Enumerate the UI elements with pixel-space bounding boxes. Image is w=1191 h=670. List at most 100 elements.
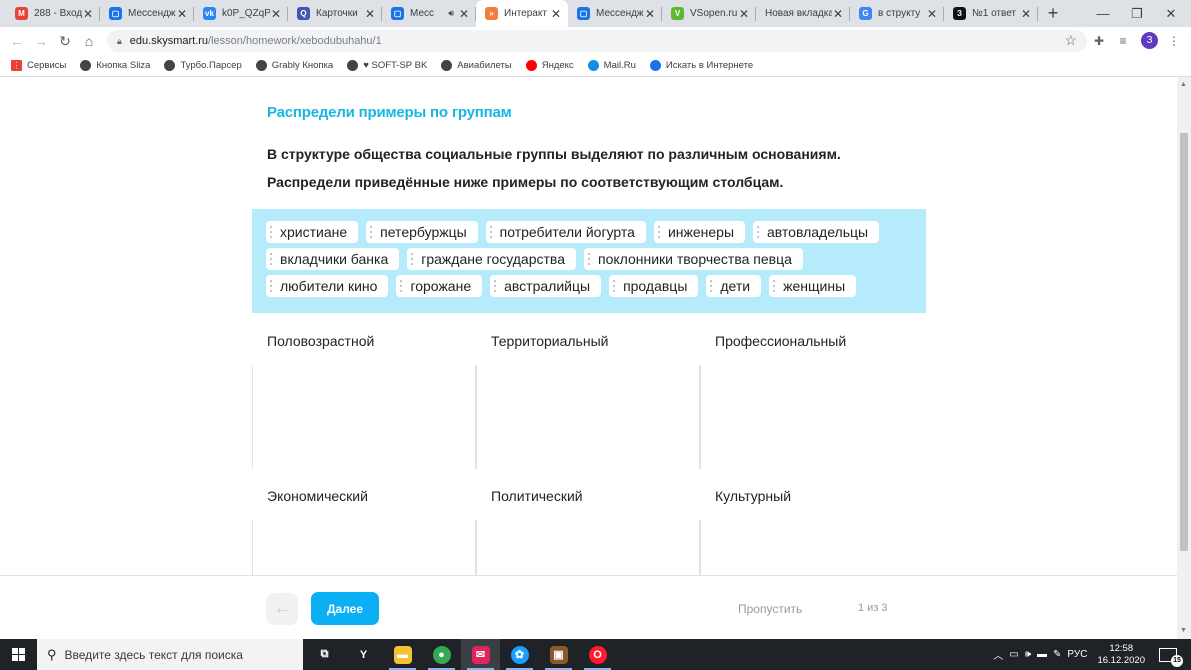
drag-handle-icon[interactable] [613,280,619,292]
taskbar-app[interactable]: O [578,639,617,670]
close-tab-icon[interactable]: ✕ [270,7,282,21]
answer-chip[interactable]: любители кино [266,275,389,297]
scroll-up-icon[interactable]: ▲ [1180,81,1187,88]
tab-audio-icon[interactable]: 🔊︎ [448,8,454,19]
drag-handle-icon[interactable] [710,280,716,292]
drop-zone-sex-age[interactable] [252,365,476,469]
address-bar[interactable]: 🔒︎ edu.skysmart.ru/lesson/homework/xebod… [107,30,1087,52]
drop-zone-professional[interactable] [700,365,924,469]
close-tab-icon[interactable]: ✕ [82,7,94,21]
close-tab-icon[interactable]: ✕ [738,7,750,21]
tray-battery-icon[interactable]: ▬ [1037,649,1047,660]
drag-handle-icon[interactable] [270,253,276,265]
answer-chip[interactable]: австралийцы [490,275,602,297]
drag-handle-icon[interactable] [773,280,779,292]
tray-volume-icon[interactable]: 🕪︎ [1025,649,1031,660]
bookmark-item[interactable]: ⋮ Сервисы [11,60,66,71]
answer-chip[interactable]: поклонники творчества певца [583,248,803,270]
answer-chip[interactable]: вкладчики банка [266,248,400,270]
browser-tab[interactable]: Q Карточки ✕ [288,0,382,27]
drag-handle-icon[interactable] [494,280,500,292]
answer-chip[interactable]: автовладельцы [753,221,880,243]
browser-menu-icon[interactable]: ⋮ [1163,27,1185,55]
close-tab-icon[interactable]: ✕ [644,7,656,21]
previous-task-button[interactable]: ← [266,593,298,625]
bookmark-item[interactable]: Яндекс [525,60,574,71]
answer-chip[interactable]: потребители йогурта [485,221,646,243]
taskbar-app[interactable]: ▬ [383,639,422,670]
start-button[interactable] [0,639,37,670]
answer-chip[interactable]: граждане государства [407,248,576,270]
drag-handle-icon[interactable] [370,226,376,238]
taskbar-search-input[interactable]: ⚲ Введите здесь текст для поиска [37,639,303,670]
tray-clock[interactable]: 12:58 16.12.2020 [1097,643,1145,667]
close-tab-icon[interactable]: ✕ [364,7,376,21]
skip-link[interactable]: Пропустить [738,602,802,616]
close-tab-icon[interactable]: ✕ [1020,7,1032,21]
close-tab-icon[interactable]: ✕ [458,7,470,21]
taskbar-app[interactable]: ● [422,639,461,670]
restore-window-icon[interactable]: ❐ [1120,0,1154,27]
minimize-window-icon[interactable]: — [1086,0,1120,27]
drag-handle-icon[interactable] [270,226,276,238]
forward-nav-icon[interactable]: → [29,29,53,53]
drag-handle-icon[interactable] [489,226,496,238]
tray-pen-icon[interactable]: ✎ [1053,649,1061,660]
browser-tab[interactable]: vk k0P_QZqP ✕ [194,0,288,27]
scroll-thumb[interactable] [1180,133,1188,551]
close-tab-icon[interactable]: ✕ [926,7,938,21]
notifications-icon[interactable]: 15 [1159,647,1183,667]
close-tab-icon[interactable]: ✕ [550,7,562,21]
drop-zone-political[interactable] [476,520,700,580]
profile-avatar[interactable]: З [1141,32,1158,49]
answer-chip[interactable]: продавцы [609,275,699,297]
new-tab-button[interactable]: + [1038,0,1068,27]
tray-network-icon[interactable]: ▭ [1009,649,1018,660]
home-icon[interactable]: ⌂ [77,29,101,53]
browser-tab[interactable]: ▢ Мессендж ✕ [568,0,662,27]
drop-zone-economic[interactable] [252,520,476,580]
drag-handle-icon[interactable] [757,226,763,238]
taskbar-app[interactable]: ✉ [461,639,500,670]
extensions-icon[interactable]: ✚ [1088,27,1110,55]
answer-chip[interactable]: христиане [266,221,359,243]
browser-tab[interactable]: V VSopen.ru ✕ [662,0,756,27]
close-tab-icon[interactable]: ✕ [832,7,844,21]
browser-tab[interactable]: З №1 ответ ✕ [944,0,1038,27]
bookmark-item[interactable]: Искать в Интернете [649,60,753,71]
back-nav-icon[interactable]: ← [5,29,29,53]
taskbar-app[interactable]: Y [344,639,383,670]
drag-handle-icon[interactable] [270,280,276,292]
browser-tab[interactable]: ▢ Месс 🔊︎ ✕ [382,0,476,27]
close-tab-icon[interactable]: ✕ [176,7,188,21]
browser-tab[interactable]: ▢ Мессендж ✕ [100,0,194,27]
drop-zone-territorial[interactable] [476,365,700,469]
bookmark-item[interactable]: Кнопка Sliza [80,60,150,71]
tray-language[interactable]: РУС [1067,649,1087,660]
browser-tab[interactable]: M 288 - Вход ✕ [6,0,100,27]
next-button[interactable]: Далее [311,592,379,625]
browser-tab[interactable]: Gв структу ✕ [850,0,944,27]
taskbar-app[interactable]: ▣ [539,639,578,670]
taskbar-app[interactable]: ✿ [500,639,539,670]
scroll-down-icon[interactable]: ▼ [1180,627,1187,634]
answer-chip[interactable]: горожане [396,275,483,297]
page-scrollbar[interactable]: ▲ ▼ [1177,77,1191,639]
answer-chip[interactable]: петербуржцы [366,221,478,243]
answer-chip[interactable]: инженеры [653,221,746,243]
answer-chip[interactable]: женщины [769,275,857,297]
browser-tab[interactable]: » Интеракт ✕ [476,0,568,27]
browser-tab[interactable]: Новая вкладка ✕ [756,0,850,27]
bookmark-item[interactable]: Авиабилеты [441,60,512,71]
drag-handle-icon[interactable] [411,253,417,265]
bookmark-item[interactable]: ♥ SOFT-SP BK [347,60,427,71]
answer-chip[interactable]: дети [706,275,762,297]
bookmark-item[interactable]: Grably Кнопка [255,60,333,71]
drag-handle-icon[interactable] [657,226,664,238]
tray-chevron-icon[interactable]: ︿ [993,647,1003,662]
bookmark-item[interactable]: Турбо.Парсер [164,60,242,71]
taskbar-app[interactable]: ⧉ [305,639,344,670]
drag-handle-icon[interactable] [400,280,406,292]
bookmark-item[interactable]: Mail.Ru [587,60,636,71]
drag-handle-icon[interactable] [587,253,594,265]
